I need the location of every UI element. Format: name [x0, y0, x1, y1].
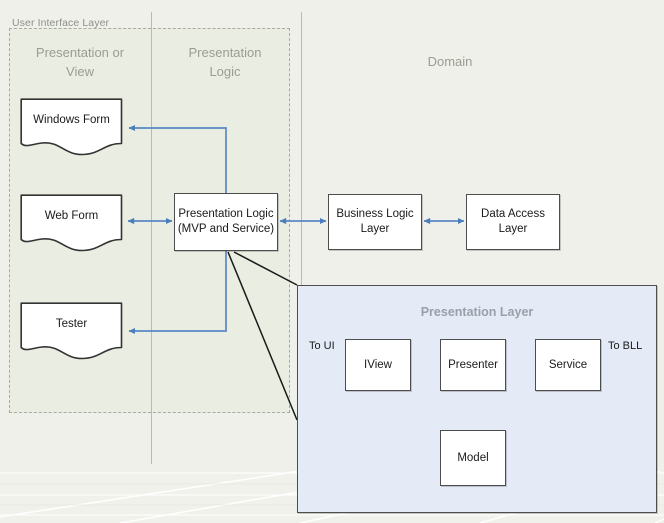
box-presenter-label: Presenter [448, 358, 498, 371]
box-business-logic-line1: Business Logic [336, 208, 414, 220]
box-presenter[interactable]: Presenter [440, 339, 506, 391]
document-tester[interactable]: Tester [20, 302, 123, 360]
architecture-diagram: User Interface Layer Presentation or Vie… [0, 0, 664, 523]
box-presentation-logic-line1: Presentation Logic [178, 208, 274, 220]
presentation-layer-title: Presentation Layer [420, 305, 534, 319]
document-windows-form[interactable]: Windows Form [20, 98, 123, 156]
box-data-access-layer[interactable]: Data Access Layer [466, 194, 560, 250]
column-title-domain: Domain [305, 52, 595, 71]
column-title-logic-line1: Presentation [188, 45, 262, 60]
box-service[interactable]: Service [535, 339, 601, 391]
column-title-domain-line1: Domain [427, 54, 473, 69]
column-title-view-line1: Presentation or [35, 45, 125, 60]
column-title-view: Presentation or View [10, 43, 150, 81]
document-web-form-label: Web Form [44, 210, 99, 222]
column-title-logic-line2: Logic [209, 64, 241, 79]
box-iview[interactable]: IView [345, 339, 411, 391]
box-iview-label: IView [364, 358, 392, 371]
box-business-logic-layer[interactable]: Business Logic Layer [328, 194, 422, 250]
box-presentation-logic-line2: (MVP and Service) [177, 223, 275, 235]
column-title-logic: Presentation Logic [155, 43, 295, 81]
box-presentation-logic[interactable]: Presentation Logic (MVP and Service) [174, 193, 278, 251]
document-tester-label: Tester [55, 318, 88, 330]
box-business-logic-line2: Layer [360, 223, 390, 235]
document-windows-form-label: Windows Form [33, 114, 110, 126]
user-interface-layer-label: User Interface Layer [12, 17, 110, 29]
column-title-view-line2: View [66, 64, 94, 79]
swimlane-divider-1 [151, 12, 152, 464]
box-model-label: Model [457, 451, 489, 464]
box-data-access-line1: Data Access [481, 208, 545, 220]
edge-label-to-bll: To BLL [608, 340, 643, 352]
document-web-form[interactable]: Web Form [20, 194, 123, 252]
box-model[interactable]: Model [440, 430, 506, 486]
box-service-label: Service [548, 358, 588, 371]
box-data-access-line2: Layer [498, 223, 528, 235]
edge-label-to-ui: To UI [309, 340, 335, 352]
